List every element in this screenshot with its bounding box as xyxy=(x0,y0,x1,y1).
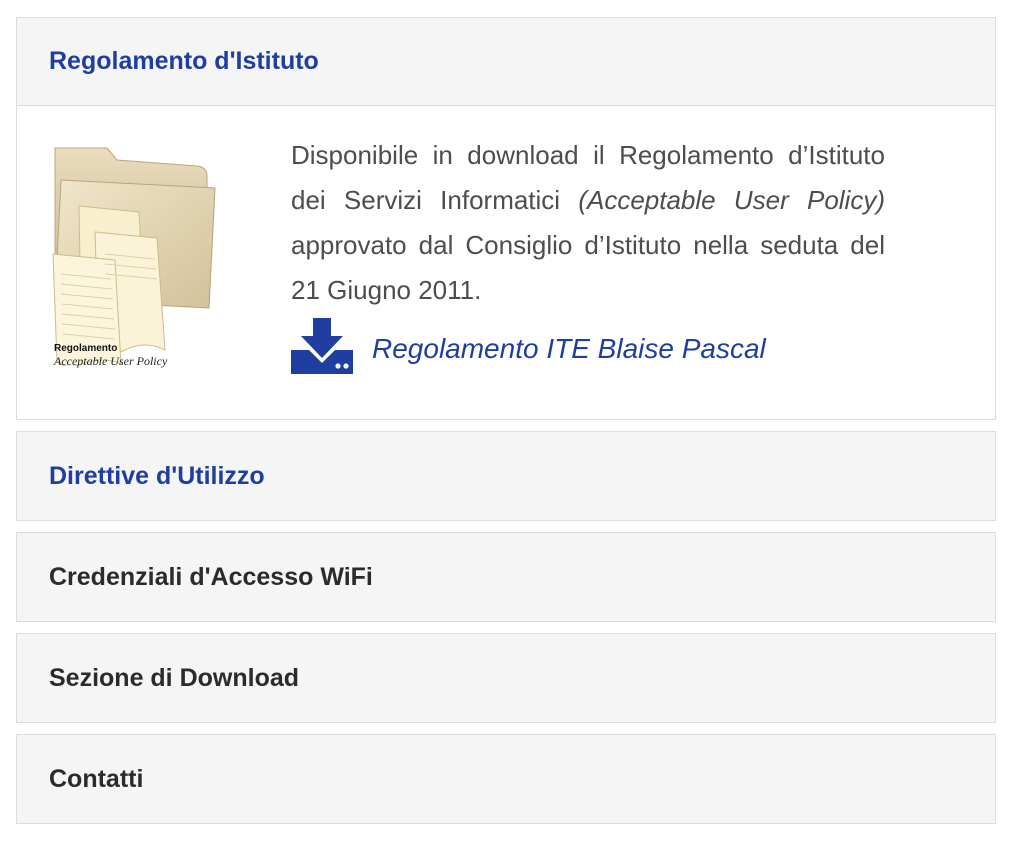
folder-documents-icon xyxy=(52,147,216,366)
accordion: Regolamento d'Istituto Regolamento Accep… xyxy=(16,17,996,835)
panel-header-direttive[interactable]: Direttive d'Utilizzo xyxy=(17,432,995,520)
panel-header-download[interactable]: Sezione di Download xyxy=(17,634,995,722)
download-regolamento-link[interactable]: Regolamento ITE Blaise Pascal xyxy=(291,318,766,374)
panel-contatti: Contatti xyxy=(16,734,996,824)
thumbnail-caption: Regolamento Acceptable User Policy xyxy=(54,342,234,368)
panel-header-credenziali-wifi[interactable]: Credenziali d'Accesso WiFi xyxy=(17,533,995,621)
panel-title-contatti: Contatti xyxy=(49,764,144,793)
panel-direttive: Direttive d'Utilizzo xyxy=(16,431,996,521)
download-link-label: Regolamento ITE Blaise Pascal xyxy=(372,333,766,364)
thumbnail-caption-subtitle: Acceptable User Policy xyxy=(54,354,168,368)
panel-header-regolamento[interactable]: Regolamento d'Istituto xyxy=(17,18,995,106)
panel-header-contatti[interactable]: Contatti xyxy=(17,735,995,823)
panel-credenziali-wifi: Credenziali d'Accesso WiFi xyxy=(16,532,996,622)
panel-title-download: Sezione di Download xyxy=(49,663,300,692)
panel-title-regolamento: Regolamento d'Istituto xyxy=(49,47,319,75)
panel-regolamento: Regolamento d'Istituto Regolamento Accep… xyxy=(16,17,996,420)
description-text-2: approvato dal Consiglio d’Istituto nella… xyxy=(291,230,885,305)
description-italic: (Acceptable User Policy) xyxy=(578,185,885,215)
panel-title-credenziali-wifi: Credenziali d'Accesso WiFi xyxy=(49,562,373,591)
panel-title-direttive: Direttive d'Utilizzo xyxy=(49,461,265,490)
panel-download: Sezione di Download xyxy=(16,633,996,723)
download-icon xyxy=(291,318,353,374)
panel-body-regolamento: Regolamento Acceptable User Policy Dispo… xyxy=(17,106,995,419)
regolamento-description: Disponibile in download il Regolamento d… xyxy=(291,133,885,313)
